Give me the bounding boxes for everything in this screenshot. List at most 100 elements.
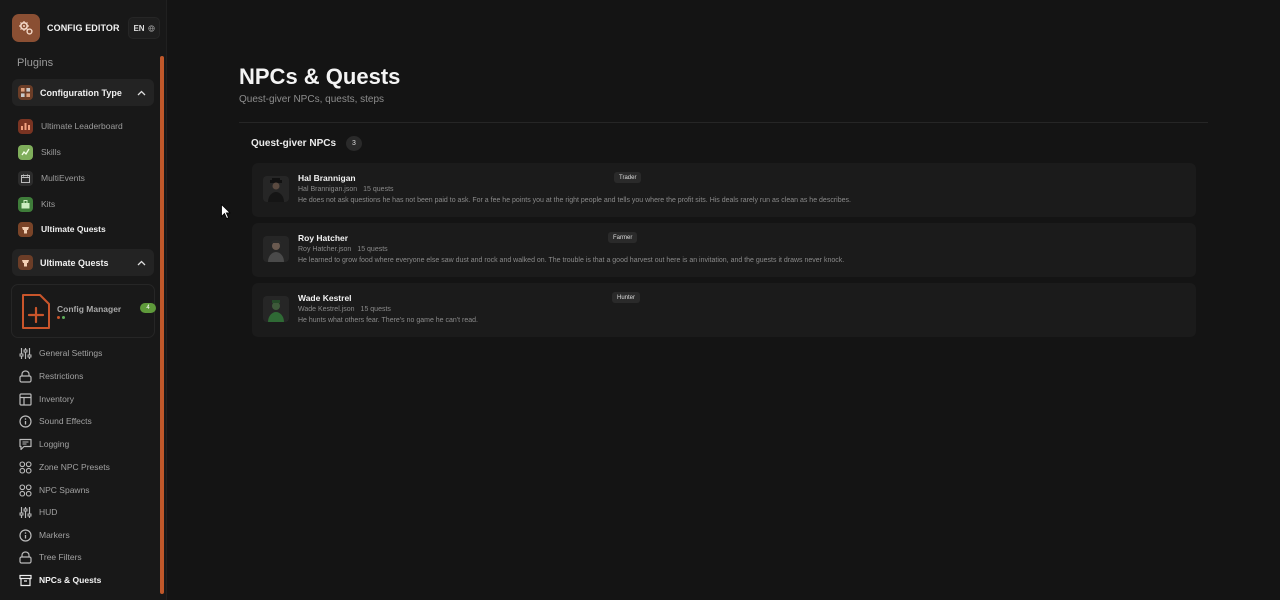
nav-label: Markers	[39, 530, 70, 540]
npc-card[interactable]: Wade Kestrel Hunter Wade Kestrel.json 15 …	[252, 283, 1196, 337]
gears-icon	[19, 21, 33, 35]
plugin-label: Kits	[41, 199, 56, 209]
sliders-icon	[18, 505, 32, 519]
nav-label: Restrictions	[39, 371, 84, 381]
plugin-item-ultimate-leaderboard[interactable]: Ultimate Leaderboard	[18, 117, 123, 135]
sidebar: CONFIG EDITOR EN Plugins Configuration T…	[0, 0, 167, 600]
nav-item-zone-npc-presets[interactable]: Zone NPC Presets	[18, 459, 110, 475]
chevron-up-icon[interactable]	[137, 88, 146, 98]
layout-icon	[18, 392, 32, 406]
npc-quest-count: 15 quests	[363, 186, 394, 193]
status-dot	[57, 316, 60, 319]
npc-avatar	[263, 236, 289, 262]
grid-icon	[18, 460, 32, 474]
nav-item-logging[interactable]: Logging	[18, 436, 69, 452]
plugins-label: Plugins	[17, 57, 54, 69]
config-type-icon	[18, 85, 33, 100]
npc-quest-count: 15 quests	[357, 246, 388, 253]
info-icon	[18, 528, 32, 542]
app-logo	[12, 14, 40, 42]
npc-file: Hal Brannigan.json	[298, 186, 358, 193]
npc-name: Roy Hatcher	[298, 233, 349, 243]
kits-icon	[18, 196, 33, 212]
npc-meta: Hal Brannigan.json 15 quests	[298, 186, 394, 193]
plugin-label: Ultimate Leaderboard	[41, 121, 123, 131]
npc-quest-count: 15 quests	[360, 306, 391, 313]
config-manager-card[interactable]: Config Manager 4	[11, 284, 156, 338]
section-count-badge: 3	[346, 136, 362, 151]
nav-item-sound-effects[interactable]: Sound Effects	[18, 413, 92, 429]
nav-item-inventory[interactable]: Inventory	[18, 391, 74, 407]
npc-meta: Roy Hatcher.json 15 quests	[298, 246, 388, 253]
nav-label: NPCs & Quests	[39, 575, 102, 585]
npc-meta: Wade Kestrel.json 15 quests	[298, 306, 391, 313]
plugin-item-multievents[interactable]: MultiEvents	[18, 169, 85, 187]
npc-description: He hunts what others fear. There's no ga…	[298, 317, 478, 324]
configuration-type-group[interactable]: Configuration Type	[12, 79, 154, 106]
globe-icon	[147, 24, 155, 32]
nav-label: Inventory	[39, 394, 74, 404]
configuration-type-label: Configuration Type	[40, 87, 122, 98]
info-icon	[18, 414, 32, 428]
status-dot	[62, 316, 65, 319]
plugin-item-kits[interactable]: Kits	[18, 195, 55, 213]
nav-item-npc-spawns[interactable]: NPC Spawns	[18, 482, 90, 498]
calendar-icon	[18, 170, 33, 186]
plugin-item-ultimate-quests[interactable]: Ultimate Quests	[18, 220, 106, 238]
nav-label: Tree Filters	[39, 552, 82, 562]
nav-item-general-settings[interactable]: General Settings	[18, 345, 102, 361]
leaderboard-icon	[18, 118, 33, 134]
npc-description: He learned to grow food where everyone e…	[298, 257, 845, 264]
divider	[239, 122, 1208, 123]
nav-label: Logging	[39, 439, 70, 449]
page-title: NPCs & Quests	[239, 64, 401, 89]
skills-icon	[18, 144, 33, 160]
message-icon	[18, 437, 32, 451]
section-title: Quest-giver NPCs	[251, 138, 337, 149]
chevron-up-icon[interactable]	[137, 258, 146, 268]
language-label: EN	[133, 23, 145, 33]
quests-icon	[18, 221, 33, 237]
npc-avatar	[263, 296, 289, 322]
npc-description: He does not ask questions he has not bee…	[298, 197, 851, 204]
nav-item-markers[interactable]: Markers	[18, 527, 70, 543]
npc-role-tag: Trader	[614, 172, 642, 183]
quests-icon	[18, 255, 33, 270]
npc-role-tag: Farmer	[608, 232, 638, 243]
nav-item-restrictions[interactable]: Restrictions	[18, 368, 83, 384]
ultimate-quests-group-label: Ultimate Quests	[40, 257, 109, 268]
npc-file: Roy Hatcher.json	[298, 246, 352, 253]
npc-card[interactable]: Roy Hatcher Farmer Roy Hatcher.json 15 qu…	[252, 223, 1196, 277]
nav-label: HUD	[39, 507, 58, 517]
npc-card[interactable]: Hal Brannigan Trader Hal Brannigan.json 1…	[252, 163, 1196, 217]
nav-item-tree-filters[interactable]: Tree Filters	[18, 549, 82, 565]
lock-icon	[18, 550, 32, 564]
language-selector[interactable]: EN	[128, 17, 160, 39]
archive-icon	[18, 573, 32, 587]
plugin-item-skills[interactable]: Skills	[18, 143, 61, 161]
nav-label: NPC Spawns	[39, 485, 90, 495]
page-subtitle: Quest-giver NPCs, quests, steps	[239, 94, 385, 105]
grid-icon	[18, 483, 32, 497]
plugin-label: Ultimate Quests	[41, 224, 106, 234]
npc-role-tag: Hunter	[612, 292, 641, 303]
config-manager-label: Config Manager	[57, 304, 122, 314]
mouse-cursor-icon	[221, 204, 231, 219]
plugin-label: MultiEvents	[41, 173, 85, 183]
config-manager-badge: 4	[140, 303, 156, 313]
plugin-label: Skills	[41, 147, 61, 157]
npc-name: Hal Brannigan	[298, 173, 356, 183]
new-file-icon	[22, 294, 50, 329]
npc-file: Wade Kestrel.json	[298, 306, 355, 313]
nav-label: Sound Effects	[39, 416, 92, 426]
sidebar-scrollbar[interactable]	[160, 56, 164, 594]
app-title: CONFIG EDITOR	[47, 23, 120, 33]
nav-label: General Settings	[39, 348, 103, 358]
npc-name: Wade Kestrel	[298, 293, 352, 303]
nav-item-hud[interactable]: HUD	[18, 504, 57, 520]
sliders-icon	[18, 346, 32, 360]
npc-avatar	[263, 176, 289, 202]
nav-label: Zone NPC Presets	[39, 462, 110, 472]
ultimate-quests-group[interactable]: Ultimate Quests	[12, 249, 154, 276]
nav-item-npcs-quests[interactable]: NPCs & Quests	[18, 572, 101, 588]
